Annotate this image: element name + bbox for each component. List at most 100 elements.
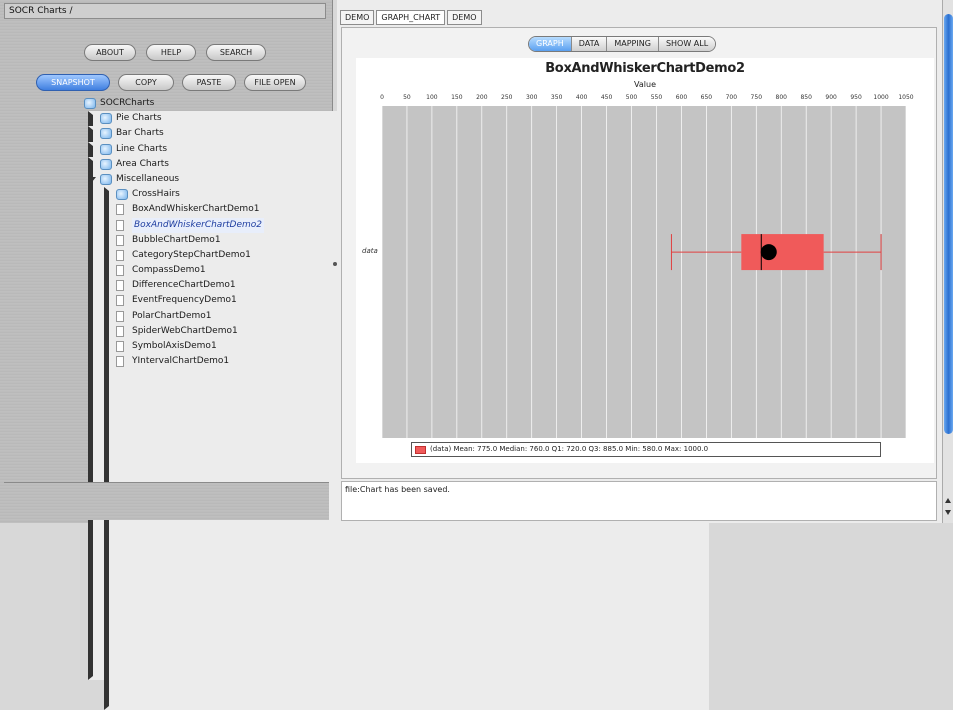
right-pane: DEMO GRAPH_CHART DEMO GRAPH DATA MAPPING… — [337, 0, 942, 523]
view-graph-button[interactable]: GRAPH — [529, 37, 572, 51]
tree-folder-item[interactable]: CrossHairs — [80, 187, 709, 710]
x-tick-label: 550 — [650, 94, 663, 101]
folder-icon — [100, 113, 112, 125]
tree-leaf-item[interactable]: SpiderWebChartDemo1 — [80, 324, 330, 339]
category-label: data — [362, 247, 378, 256]
x-tick-label: 700 — [725, 94, 738, 101]
folder-icon — [84, 98, 96, 109]
tree-leaf-item[interactable]: BubbleChartDemo1 — [80, 233, 330, 248]
tree-item-label: SpiderWebChartDemo1 — [132, 325, 238, 336]
folder-icon — [100, 143, 112, 155]
search-button[interactable]: SEARCH — [206, 44, 266, 61]
tree-leaf-item[interactable]: BoxAndWhiskerChartDemo2 — [80, 217, 330, 233]
x-tick-label: 850 — [800, 94, 812, 101]
tab-demo[interactable]: DEMO — [340, 10, 375, 25]
tab-graph-chart[interactable]: GRAPH_CHART — [376, 10, 446, 25]
box-plot-svg — [381, 106, 907, 438]
tree-item-label: Line Charts — [116, 143, 168, 154]
document-icon — [116, 219, 124, 231]
tree-leaf-item[interactable]: BoxAndWhiskerChartDemo1 — [80, 202, 330, 217]
document-icon — [116, 234, 124, 246]
left-pane: SOCR Charts / ABOUT HELP SEARCH SNAPSHOT… — [0, 0, 709, 710]
document-icon — [116, 295, 124, 307]
x-tick-label: 950 — [850, 94, 862, 101]
tree-leaf-item[interactable]: EventFrequencyDemo1 — [80, 293, 330, 308]
tree-item-label: Area Charts — [116, 158, 169, 169]
x-tick-label: 750 — [750, 94, 763, 101]
document-icon — [116, 280, 124, 292]
tree-item-label: CrossHairs — [132, 189, 180, 200]
x-tick-label: 1050 — [898, 94, 914, 101]
view-data-button[interactable]: DATA — [571, 37, 608, 51]
tree-folder-item[interactable]: SOCRCharts — [80, 96, 330, 111]
file-open-button[interactable]: FILE OPEN — [244, 74, 306, 91]
paste-button[interactable]: PASTE — [182, 74, 236, 91]
tree-item-label: Miscellaneous — [116, 173, 180, 184]
copy-button[interactable]: COPY — [118, 74, 174, 91]
x-tick-label: 450 — [600, 94, 613, 101]
tree-item-label: PolarChartDemo1 — [132, 310, 212, 321]
tree-item-label: YIntervalChartDemo1 — [132, 356, 230, 367]
x-tick-label: 800 — [775, 94, 787, 101]
tab-demo-2[interactable]: DEMO — [447, 10, 482, 25]
chart-legend: (data) Mean: 775.0 Median: 760.0 Q1: 720… — [411, 442, 881, 457]
x-tick-label: 0 — [380, 94, 384, 101]
tree-folder-item[interactable]: Bar Charts — [80, 126, 693, 650]
x-tick-label: 100 — [426, 94, 438, 101]
tree-leaf-item[interactable]: YIntervalChartDemo1 — [80, 354, 330, 369]
vertical-scrollbar[interactable] — [942, 0, 953, 523]
scrollbar-thumb[interactable] — [944, 14, 953, 434]
left-bottom-panel — [4, 482, 329, 520]
scroll-up-arrow-icon[interactable] — [945, 498, 951, 503]
folder-icon — [100, 158, 112, 170]
tree-item-label: EventFrequencyDemo1 — [132, 295, 237, 306]
iqr-box — [741, 234, 824, 271]
tree-item-label: Pie Charts — [116, 113, 162, 124]
tree-item-label: SymbolAxisDemo1 — [132, 341, 217, 351]
snapshot-button[interactable]: SNAPSHOT — [36, 74, 110, 91]
x-tick-label: 650 — [700, 94, 713, 101]
folder-icon — [100, 173, 112, 185]
left-pane-title: SOCR Charts / — [4, 3, 326, 19]
graph-panel: GRAPH DATA MAPPING SHOW ALL BoxAndWhiske… — [341, 27, 937, 503]
document-icon — [116, 341, 124, 352]
document-icon — [116, 204, 124, 216]
about-button[interactable]: ABOUT — [84, 44, 136, 61]
chart-area: BoxAndWhiskerChartDemo2 Value (data) Mea… — [356, 58, 934, 463]
tree-folder-item[interactable]: Line Charts — [80, 141, 693, 665]
tree-item-label: BoxAndWhiskerChartDemo1 — [132, 204, 260, 215]
view-show-all-button[interactable]: SHOW ALL — [658, 37, 716, 51]
x-tick-label: 1000 — [873, 94, 889, 101]
tree-leaf-item[interactable]: DifferenceChartDemo1 — [80, 278, 330, 293]
tree-folder-item[interactable]: Miscellaneous — [80, 172, 330, 187]
chart-tree: SOCRCharts Pie Charts Bar Charts Line Chart… — [80, 96, 709, 710]
folder-icon — [100, 128, 112, 140]
tree-folder-item[interactable]: Pie Charts — [80, 111, 693, 635]
tree-item-label: SOCRCharts — [100, 98, 155, 108]
tree-folder-item[interactable]: Area Charts — [80, 156, 693, 680]
x-tick-label: 250 — [501, 94, 513, 101]
x-tick-label: 600 — [675, 94, 688, 101]
expanded-arrow-icon[interactable] — [88, 176, 96, 182]
x-tick-label: 150 — [451, 94, 463, 101]
legend-text: (data) Mean: 775.0 Median: 760.0 Q1: 720… — [430, 445, 709, 453]
tree-leaf-item[interactable]: CompassDemo1 — [80, 263, 330, 278]
folder-icon — [116, 189, 128, 201]
x-tick-label: 200 — [476, 94, 488, 101]
legend-swatch — [415, 446, 426, 454]
tree-item-label: CategoryStepChartDemo1 — [132, 249, 251, 260]
scroll-down-arrow-icon[interactable] — [945, 510, 951, 515]
view-switcher: GRAPH DATA MAPPING SHOW ALL — [528, 36, 717, 52]
x-tick-label: 300 — [525, 94, 538, 101]
x-tick-label: 50 — [403, 94, 411, 101]
tree-leaf-item[interactable]: SymbolAxisDemo1 — [80, 339, 330, 354]
view-mapping-button[interactable]: MAPPING — [607, 37, 659, 51]
tree-leaf-item[interactable]: CategoryStepChartDemo1 — [80, 248, 330, 263]
tree-item-label: BubbleChartDemo1 — [132, 234, 221, 245]
help-button[interactable]: HELP — [146, 44, 196, 61]
tree-leaf-item[interactable]: PolarChartDemo1 — [80, 309, 330, 324]
x-tick-label: 500 — [625, 94, 638, 101]
tree-item-label: BoxAndWhiskerChartDemo2 — [132, 217, 265, 233]
plot-background — [382, 106, 906, 438]
document-icon — [116, 310, 124, 322]
